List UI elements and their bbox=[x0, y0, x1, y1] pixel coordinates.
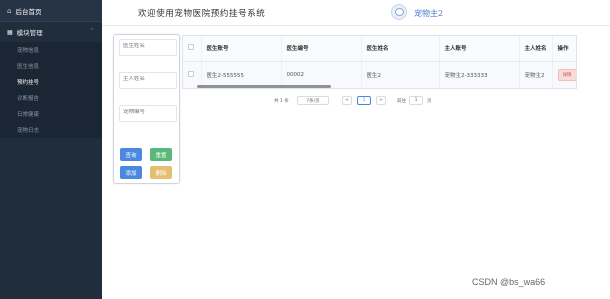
header: 欢迎使用宠物医院预约挂号系统 宠物主2 bbox=[102, 0, 610, 26]
goto-label: 前往 bbox=[397, 98, 406, 104]
add-button[interactable]: 添加 bbox=[120, 166, 142, 179]
welcome-text: 欢迎使用宠物医院预约挂号系统 bbox=[138, 9, 266, 19]
sidebar-item-label: 宠物日志 bbox=[17, 128, 40, 134]
sidebar-item-pet-info[interactable]: 宠物信息 bbox=[0, 42, 102, 58]
page-size-value: 7条/页 bbox=[306, 98, 320, 104]
avatar-face-icon bbox=[395, 8, 404, 16]
column-header[interactable]: 主人账号 bbox=[439, 36, 520, 62]
column-header[interactable]: 医生姓名 bbox=[361, 36, 440, 62]
column-header: 操作 bbox=[552, 36, 576, 62]
pagination-total: 共 1 条 bbox=[274, 98, 289, 104]
main-content: 查询 重置 添加 删除 医生账号 医生编号 医生姓名 主人账号 主人姓名 操作 bbox=[102, 27, 610, 299]
page-suffix: 页 bbox=[427, 98, 432, 104]
table-cell: 宠物主2-333333 bbox=[439, 61, 520, 88]
sidebar-item-doctor-info[interactable]: 医生信息 bbox=[0, 58, 102, 74]
page-size-select[interactable]: 7条/页 bbox=[297, 96, 329, 105]
grid-icon: ▦ bbox=[7, 28, 13, 36]
appointment-table: 医生账号 医生编号 医生姓名 主人账号 主人姓名 操作 医生2-555555 0… bbox=[182, 35, 577, 89]
username[interactable]: 宠物主2 bbox=[414, 8, 443, 19]
select-all-header[interactable] bbox=[183, 36, 202, 62]
checkbox[interactable] bbox=[188, 44, 194, 51]
table-cell: 医生2 bbox=[361, 61, 440, 88]
sidebar-item-diagnosis[interactable]: 诊断报告 bbox=[0, 90, 102, 106]
watermark: CSDN @bs_wa66 bbox=[472, 277, 546, 287]
row-select-cell[interactable] bbox=[183, 61, 202, 88]
action-cell: 详情 bbox=[552, 61, 576, 88]
checkbox[interactable] bbox=[188, 70, 194, 77]
sidebar-item-label: 宠物信息 bbox=[17, 48, 40, 54]
sidebar-item-label: 医生信息 bbox=[17, 64, 40, 70]
column-header[interactable]: 主人姓名 bbox=[519, 36, 553, 62]
sidebar-item-appointment[interactable]: 预约挂号 bbox=[0, 74, 102, 90]
pet-id-input[interactable] bbox=[123, 109, 173, 115]
table-cell: 宠物主2 bbox=[519, 61, 553, 88]
sidebar-group-modules[interactable]: ▦ 模块管理 ⌃ bbox=[0, 22, 102, 42]
sidebar-item-daily-health[interactable]: 日常健康 bbox=[0, 106, 102, 122]
doctor-name-field[interactable] bbox=[119, 39, 177, 56]
detail-button[interactable]: 详情 bbox=[557, 68, 576, 81]
table-header-row: 医生账号 医生编号 医生姓名 主人账号 主人姓名 操作 bbox=[183, 36, 576, 62]
home-icon: ⌂ bbox=[7, 6, 12, 15]
sidebar: ⌂ 后台首页 ▦ 模块管理 ⌃ 宠物信息 医生信息 预约挂号 诊断报告 日常健康… bbox=[0, 0, 102, 299]
sidebar-home-label: 后台首页 bbox=[15, 7, 42, 16]
column-header[interactable]: 医生账号 bbox=[201, 36, 282, 62]
doctor-name-input[interactable] bbox=[123, 43, 173, 49]
table-horizontal-scrollbar[interactable] bbox=[197, 85, 331, 88]
query-button[interactable]: 查询 bbox=[120, 148, 142, 161]
sidebar-home[interactable]: ⌂ 后台首页 bbox=[0, 0, 102, 22]
column-header[interactable]: 医生编号 bbox=[281, 36, 362, 62]
next-page-button[interactable]: > bbox=[376, 96, 386, 105]
goto-page-input[interactable]: 1 bbox=[409, 96, 423, 105]
chevron-up-icon: ⌃ bbox=[89, 28, 94, 34]
owner-name-input[interactable] bbox=[123, 76, 173, 82]
sidebar-item-label: 诊断报告 bbox=[17, 96, 40, 102]
sidebar-group-label: 模块管理 bbox=[16, 29, 43, 37]
table-row[interactable]: 医生2-555555 00002 医生2 宠物主2-333333 宠物主2 详情 bbox=[183, 61, 576, 88]
sidebar-item-label: 预约挂号 bbox=[17, 80, 40, 86]
delete-button[interactable]: 删除 bbox=[150, 166, 172, 179]
current-page[interactable]: 1 bbox=[357, 96, 371, 105]
table-cell: 00002 bbox=[281, 61, 362, 88]
pet-id-field[interactable] bbox=[119, 105, 177, 122]
avatar[interactable] bbox=[391, 4, 407, 20]
table-cell: 医生2-555555 bbox=[201, 61, 282, 88]
sidebar-item-pet-log[interactable]: 宠物日志 bbox=[0, 122, 102, 138]
prev-page-button[interactable]: < bbox=[342, 96, 352, 105]
sidebar-item-label: 日常健康 bbox=[17, 112, 40, 118]
reset-button[interactable]: 重置 bbox=[150, 148, 172, 161]
search-panel: 查询 重置 添加 删除 bbox=[113, 34, 180, 184]
owner-name-field[interactable] bbox=[119, 72, 177, 89]
